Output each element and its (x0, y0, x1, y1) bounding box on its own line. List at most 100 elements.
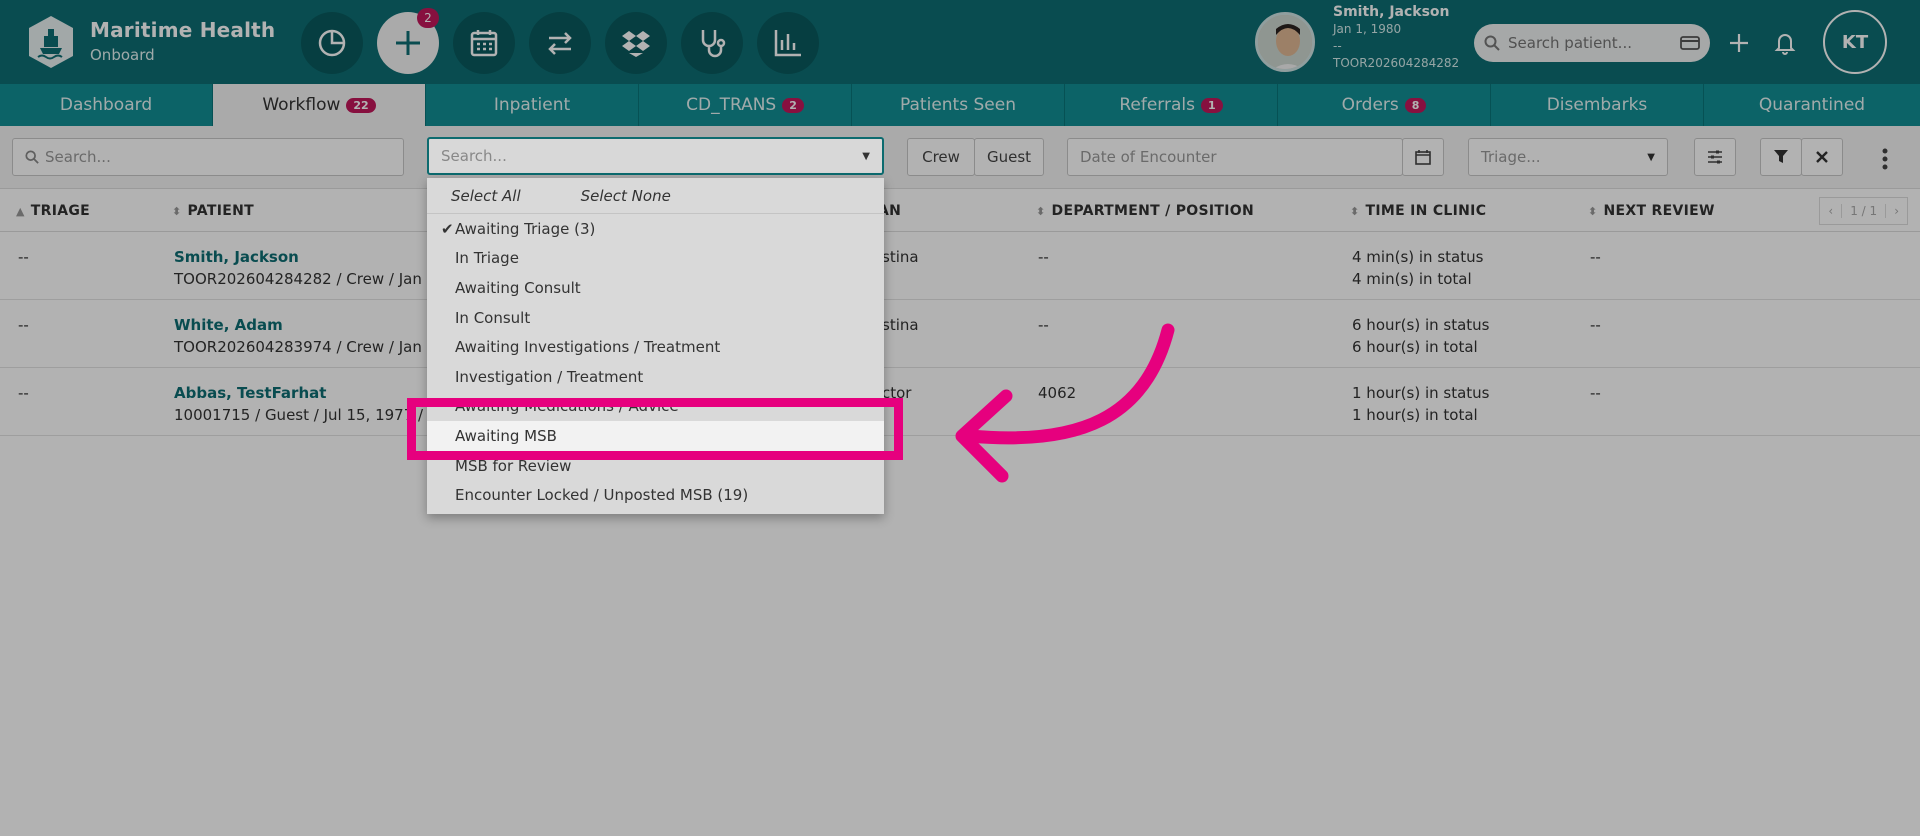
tab-workflow[interactable]: Workflow 22 (213, 84, 426, 126)
col-label: TRIAGE (30, 203, 90, 219)
add-icon[interactable] (1724, 28, 1754, 58)
option-label: Awaiting Investigations / Treatment (455, 338, 721, 357)
user-avatar[interactable]: KT (1823, 10, 1887, 74)
status-option[interactable]: In Triage (427, 244, 884, 274)
table-header: ▲ TRIAGE ⬍ PATIENT AN ⬍ DEPARTMENT / POSITI… (0, 188, 1920, 232)
current-patient-extra: -- (1333, 39, 1342, 53)
option-label: Awaiting Triage (3) (455, 219, 596, 238)
swap-icon (548, 32, 572, 55)
calendar-picker-button[interactable] (1402, 138, 1444, 176)
clear-filter-button[interactable] (1801, 138, 1843, 176)
patient-search-input[interactable] (1508, 34, 1668, 52)
calendar-icon (1415, 150, 1431, 165)
tab-label: Patients Seen (900, 95, 1016, 115)
patient-link[interactable]: Smith, Jackson (174, 246, 436, 268)
tab-orders[interactable]: Orders 8 (1278, 84, 1491, 126)
crew-toggle[interactable]: Crew (907, 138, 975, 176)
brand: Maritime Health Onboard (90, 18, 275, 64)
option-label: Awaiting Consult (455, 278, 581, 297)
col-patient[interactable]: ⬍ PATIENT (172, 203, 254, 219)
option-label: In Triage (455, 249, 519, 268)
dropdown-actions: Select All Select None (427, 178, 884, 214)
patient-link[interactable]: Abbas, TestFarhat (174, 382, 437, 404)
tab-cd-trans[interactable]: CD_TRANS 2 (639, 84, 852, 126)
select-none-link[interactable]: Select None (581, 187, 671, 205)
pager-next[interactable]: › (1886, 204, 1907, 218)
brand-subtitle: Onboard (90, 46, 155, 64)
sort-icon: ⬍ (172, 205, 182, 218)
row-time: 4 min(s) in status 4 min(s) in total (1352, 246, 1483, 290)
card-icon[interactable] (1680, 35, 1700, 51)
caret-down-icon: ▼ (1647, 151, 1655, 163)
col-triage[interactable]: ▲ TRIAGE (16, 203, 90, 219)
pager: ‹ 1 / 1 › (1819, 197, 1908, 225)
row-triage: -- (18, 248, 29, 266)
more-options-icon[interactable] (1882, 148, 1890, 174)
current-patient-info[interactable]: Smith, Jackson Jan 1, 1980 -- TOOR202604… (1333, 4, 1459, 72)
row-an: stina (882, 248, 919, 266)
tab-referrals[interactable]: Referrals 1 (1065, 84, 1278, 126)
select-all-link[interactable]: Select All (451, 187, 521, 205)
logo-icon (29, 16, 73, 68)
col-next-review[interactable]: ⬍ NEXT REVIEW (1588, 203, 1715, 219)
patient-link[interactable]: White, Adam (174, 314, 436, 336)
stethoscope-button[interactable] (681, 12, 743, 74)
date-of-encounter-input[interactable]: Date of Encounter (1067, 138, 1403, 176)
search-icon (25, 150, 39, 164)
tab-count-badge: 8 (1404, 97, 1427, 113)
add-badge: 2 (417, 8, 439, 28)
time-in-status: 4 min(s) in status (1352, 248, 1484, 266)
tab-disembarks[interactable]: Disembarks (1491, 84, 1704, 126)
option-label: Investigation / Treatment (455, 367, 644, 386)
tab-patients-seen[interactable]: Patients Seen (852, 84, 1065, 126)
col-label: NEXT REVIEW (1603, 203, 1715, 219)
tab-label: Inpatient (493, 95, 571, 115)
tab-label: Dashboard (59, 95, 153, 115)
search-icon (1484, 35, 1500, 51)
tab-dashboard[interactable]: Dashboard (0, 84, 213, 126)
dashboard-chart-button[interactable] (301, 12, 363, 74)
pager-prev[interactable]: ‹ (1820, 204, 1841, 218)
status-option[interactable]: Awaiting Investigations / Treatment (427, 332, 884, 362)
time-in-status: 6 hour(s) in status (1352, 316, 1490, 334)
row-department: -- (1038, 248, 1049, 266)
triage-select[interactable]: Triage... ▼ (1468, 138, 1668, 176)
tab-label: Referrals (1119, 95, 1195, 115)
dropbox-button[interactable] (605, 12, 667, 74)
patient-avatar[interactable] (1255, 12, 1315, 72)
reports-button[interactable] (757, 12, 819, 74)
filter-bar: Search... Crew Guest Date of Encounter T… (0, 126, 1920, 188)
filter-button[interactable] (1760, 138, 1802, 176)
close-icon (1816, 151, 1828, 163)
status-option[interactable]: Investigation / Treatment (427, 362, 884, 392)
table-row[interactable]: -- Smith, Jackson TOOR202604284282 / Cre… (0, 232, 1920, 300)
status-select[interactable]: Search... ▼ (427, 137, 884, 175)
add-button[interactable]: 2 (377, 8, 439, 74)
table-search-placeholder: Search... (45, 148, 111, 166)
avatar-photo-icon (1258, 15, 1312, 69)
col-label: PATIENT (187, 203, 254, 219)
filter-icon (1774, 150, 1788, 163)
transfer-button[interactable] (529, 12, 591, 74)
status-option[interactable]: Awaiting Consult (427, 273, 884, 303)
guest-toggle[interactable]: Guest (974, 138, 1044, 176)
tab-label: Workflow (262, 95, 341, 115)
status-option[interactable]: ✔ Awaiting Triage (3) (427, 214, 884, 244)
col-label: DEPARTMENT / POSITION (1051, 203, 1254, 219)
table-search-input[interactable]: Search... (12, 138, 404, 176)
pager-page: 1 / 1 (1841, 204, 1887, 218)
status-option[interactable]: Encounter Locked / Unposted MSB (19) (427, 480, 884, 510)
column-settings-button[interactable] (1694, 138, 1736, 176)
col-time-in-clinic[interactable]: ⬍ TIME IN CLINIC (1350, 203, 1486, 219)
tab-inpatient[interactable]: Inpatient (426, 84, 639, 126)
pie-chart-icon (318, 29, 346, 57)
tab-quarantined[interactable]: Quarantined (1704, 84, 1920, 126)
time-in-total: 4 min(s) in total (1352, 270, 1472, 288)
status-option[interactable]: In Consult (427, 303, 884, 333)
col-department[interactable]: ⬍ DEPARTMENT / POSITION (1036, 203, 1254, 219)
calendar-button[interactable] (453, 12, 515, 74)
patient-details: 10001715 / Guest / Jul 15, 1977 / 4 (174, 406, 438, 424)
bell-icon[interactable] (1770, 28, 1800, 58)
boxes-icon (622, 31, 650, 57)
status-dropdown-menu: Select All Select None ✔ Awaiting Triage … (427, 178, 884, 514)
